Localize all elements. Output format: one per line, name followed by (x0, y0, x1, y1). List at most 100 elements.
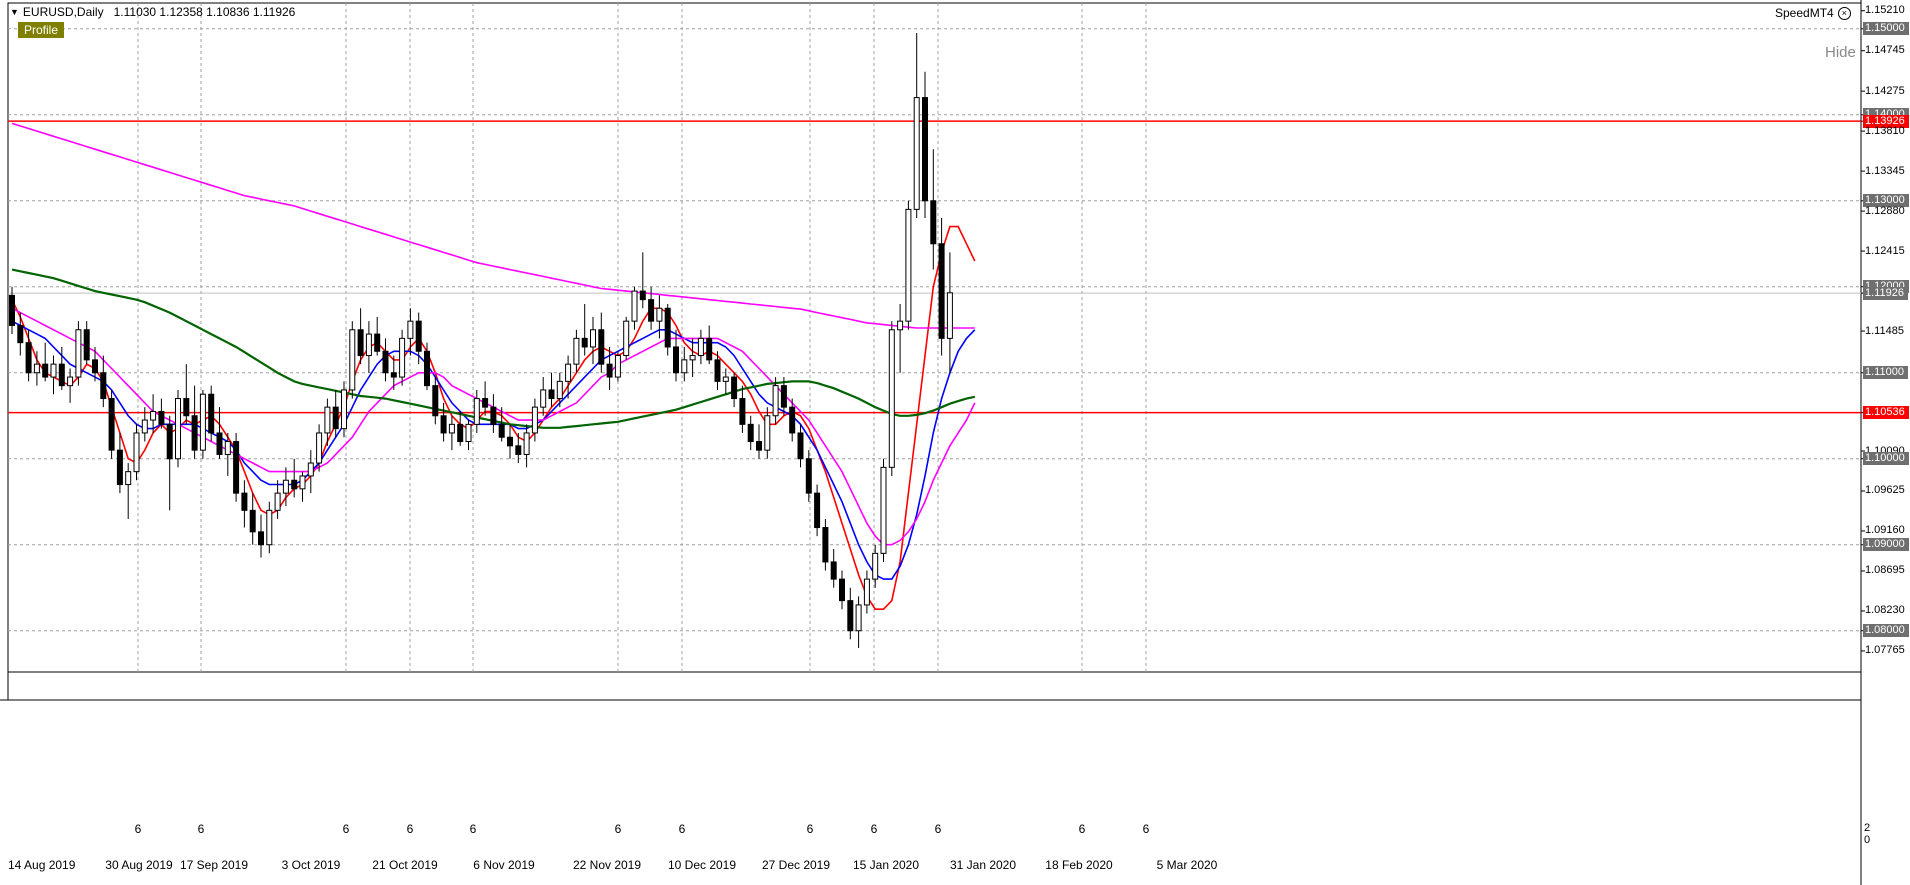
price-label: 1.12880 (1865, 204, 1905, 217)
candle-body (33, 363, 40, 374)
candle-body (332, 406, 339, 430)
candle-body (316, 432, 323, 464)
candle-body (863, 578, 870, 606)
candle-body (847, 600, 854, 632)
candle-body (100, 372, 107, 400)
chart-header: ▼ EURUSD,Daily 1.11030 1.12358 1.10836 1… (10, 4, 295, 20)
candle-body (515, 445, 522, 455)
candle-body (357, 329, 364, 357)
triangle-down-icon[interactable]: ▼ (10, 7, 19, 17)
candle-body (158, 410, 165, 425)
candle-body (266, 509, 273, 546)
moving-average-line (11, 122, 975, 329)
symbol-label: EURUSD,Daily (22, 5, 104, 19)
candle-body (565, 363, 572, 382)
price-label: 1.07765 (1865, 644, 1905, 657)
price-axis[interactable]: 1.152101.150001.147451.142751.140001.139… (1861, 0, 1910, 885)
candle-body (598, 329, 605, 365)
hide-link[interactable]: Hide (1825, 44, 1856, 61)
candle-body (341, 389, 347, 430)
price-label: 1.14275 (1865, 84, 1905, 97)
date-label: 18 Feb 2020 (1045, 858, 1113, 872)
candle-body (365, 333, 372, 357)
price-label: 1.11926 (1863, 286, 1908, 300)
candle-body (382, 350, 389, 374)
candle-body (432, 385, 439, 417)
price-label: 1.09160 (1865, 524, 1905, 537)
candle-body (922, 97, 928, 202)
candle-body (216, 432, 223, 455)
subwindow-tick-label: 6 (342, 822, 350, 836)
moving-average-line (11, 320, 976, 580)
candle-body (606, 363, 613, 378)
candle-body (457, 423, 464, 443)
candle-body (175, 398, 181, 460)
candle-body (50, 363, 57, 378)
candle-body (465, 423, 472, 443)
date-label: 31 Jan 2020 (949, 858, 1017, 872)
candle-body (731, 376, 738, 400)
price-label: 1.15210 (1865, 4, 1905, 17)
price-label: 1.10000 (1863, 452, 1909, 466)
subwindow-tick-label: 6 (678, 822, 686, 836)
subwindow-tick-label: 6 (469, 822, 477, 836)
date-label: 22 Nov 2019 (572, 858, 642, 872)
candle-body (415, 320, 422, 352)
candle-body (623, 320, 630, 357)
ohlc-values: 1.11030 1.12358 1.10836 1.11926 (113, 5, 296, 19)
candle-body (141, 419, 148, 434)
candle-body (872, 552, 879, 580)
candle-body (133, 432, 140, 473)
candle-body (839, 578, 845, 602)
candle-body (150, 410, 157, 421)
candle-body (92, 359, 98, 374)
candle-body (540, 389, 547, 408)
candle-body (399, 337, 406, 378)
subwindow-tick-label: 6 (134, 822, 142, 836)
candle-body (756, 441, 762, 451)
candle-body (764, 415, 771, 451)
candle-body (780, 385, 787, 408)
candle-body (42, 363, 49, 378)
candle-body (797, 432, 804, 460)
date-label: 21 Oct 2019 (372, 858, 438, 872)
candle-body (789, 406, 796, 434)
price-label: 1.12415 (1865, 244, 1905, 257)
candlestick-chart[interactable] (0, 0, 1910, 885)
time-axis[interactable]: 14 Aug 2019 30 Aug 2019 17 Sep 2019 3 Oct 2… (0, 818, 1861, 885)
date-label: 27 Dec 2019 (761, 858, 831, 872)
candle-body (490, 406, 497, 425)
close-circle-icon[interactable]: × (1837, 6, 1851, 20)
candle-body (905, 208, 912, 322)
price-label: 1.14745 (1865, 44, 1905, 57)
candle-body (664, 307, 671, 348)
candle-body (498, 423, 505, 438)
profile-button[interactable]: Profile (18, 22, 65, 38)
candle-body (722, 376, 729, 382)
date-label: 15 Jan 2020 (852, 858, 920, 872)
candle-body (58, 363, 65, 387)
candle-body (648, 299, 655, 322)
plot-frame (7, 2, 1862, 673)
candle-body (208, 393, 215, 434)
candle-body (324, 406, 331, 434)
mt4-chart-window[interactable]: ▼ EURUSD,Daily 1.11030 1.12358 1.10836 1… (0, 0, 1910, 885)
subwindow-tick-label: 6 (1078, 822, 1086, 836)
subwindow-tick-label: 6 (614, 822, 622, 836)
candle-body (125, 471, 132, 486)
candle-body (299, 475, 306, 490)
candle-body (274, 492, 281, 511)
price-label: 1.08695 (1865, 564, 1905, 577)
candle-body (556, 380, 563, 400)
date-label: 14 Aug 2019 (8, 858, 76, 872)
price-label: 1.11000 (1863, 366, 1908, 380)
candle-body (108, 398, 115, 451)
date-label: 6 Nov 2019 (473, 858, 535, 872)
price-label: 1.13810 (1865, 124, 1905, 137)
candle-body (897, 320, 904, 331)
candle-body (946, 292, 953, 339)
candle-body (714, 359, 721, 382)
subwindow-tick-label: 6 (934, 822, 942, 836)
candle-body (573, 337, 580, 365)
candle-body (706, 337, 713, 361)
